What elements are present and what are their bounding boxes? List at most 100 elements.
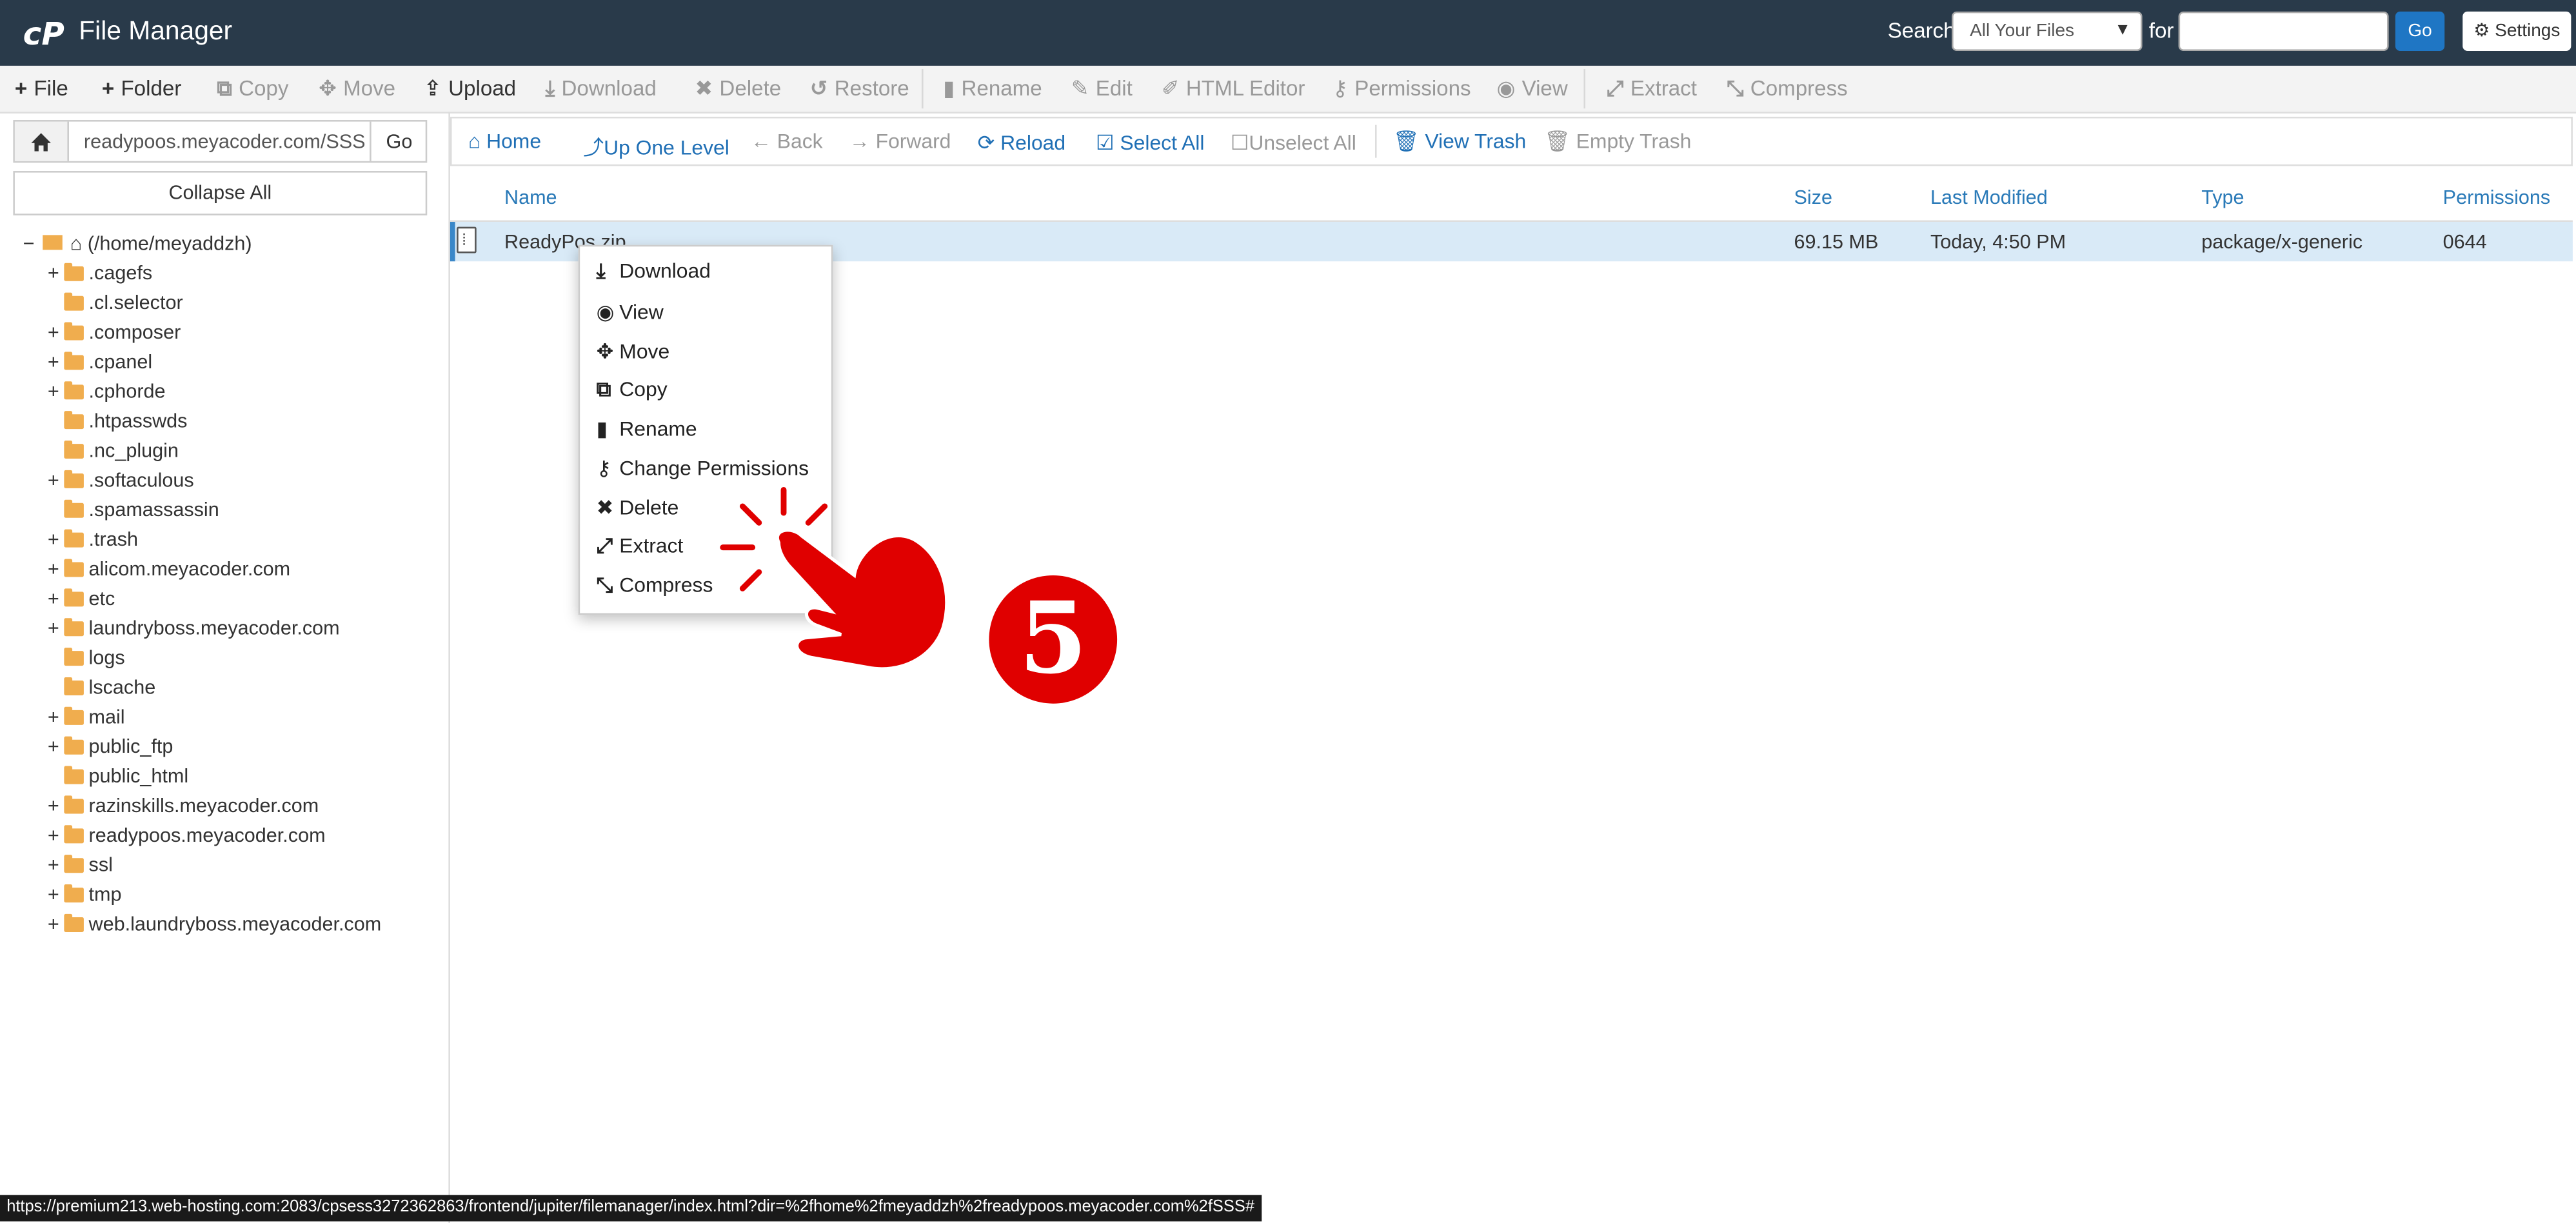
expand-icon: ⤢	[1607, 75, 1624, 101]
tree-expand-icon[interactable]: +	[48, 380, 64, 403]
tree-expand-icon[interactable]: +	[48, 824, 64, 847]
home-icon: ⌂	[468, 130, 481, 154]
checkbox-empty-icon: ☐	[1230, 131, 1249, 155]
html-editor-label: HTML Editor	[1185, 75, 1305, 101]
search-go-button[interactable]: Go	[2395, 11, 2445, 52]
new-file-label: File	[34, 75, 68, 101]
tree-item-label: logs	[88, 646, 125, 670]
reload-button[interactable]: ⟳ Reload	[978, 130, 1066, 155]
context-move[interactable]: ✥ Move	[597, 339, 670, 364]
back-label: Back	[777, 130, 823, 154]
level-up-icon: ⤴	[583, 136, 604, 160]
permissions-button[interactable]: ⚷ Permissions	[1333, 75, 1471, 102]
tree-item-label: ssl	[88, 853, 113, 877]
new-folder-button[interactable]: + Folder	[102, 75, 181, 100]
copy-icon: ⧉	[596, 378, 611, 401]
tree-expand-icon[interactable]: +	[48, 912, 64, 935]
folder-icon	[64, 588, 84, 607]
column-size[interactable]: Size	[1794, 186, 1832, 209]
pane-divider	[448, 112, 450, 1223]
trash-icon: 🗑	[1393, 130, 1420, 154]
tree-expand-icon[interactable]: +	[48, 853, 64, 877]
view-trash-button[interactable]: 🗑 View Trash	[1393, 130, 1526, 154]
download-button[interactable]: ⤓ Download	[546, 75, 657, 102]
path-home-button[interactable]	[14, 121, 69, 161]
download-icon: ⤓	[545, 75, 555, 101]
chevron-down-icon: ▼	[2114, 21, 2131, 40]
path-bar: readypoos.meyacoder.com/SSS Go	[13, 120, 428, 163]
folder-icon	[64, 263, 84, 281]
context-view[interactable]: ◉ View	[597, 299, 664, 324]
tree-expand-icon[interactable]: +	[48, 735, 64, 758]
file-icon: ▮	[943, 75, 955, 101]
unselect-all-button[interactable]: ☐Unselect All	[1230, 130, 1356, 155]
delete-button[interactable]: ✖ Delete	[695, 75, 781, 102]
forward-button[interactable]: → Forward	[849, 130, 951, 153]
tree-item-label: mail	[88, 705, 125, 728]
folder-icon	[64, 499, 84, 518]
context-copy-label: Copy	[619, 378, 668, 401]
collapse-all-button[interactable]: Collapse All	[13, 171, 428, 215]
folder-icon	[64, 648, 84, 666]
path-go-button[interactable]: Go	[370, 121, 427, 161]
home-label: Home	[486, 130, 542, 154]
restore-button[interactable]: ↺ Restore	[810, 75, 909, 102]
column-type[interactable]: Type	[2201, 186, 2244, 209]
context-download[interactable]: ⤓ Download	[597, 260, 711, 284]
tree-expand-icon[interactable]: +	[48, 528, 64, 551]
file-type: package/x-generic	[2201, 230, 2363, 254]
settings-label: Settings	[2495, 21, 2561, 41]
tree-expand-icon[interactable]: +	[48, 468, 64, 492]
context-copy[interactable]: ⧉ Copy	[597, 378, 668, 403]
tree-expand-icon[interactable]: +	[48, 557, 64, 581]
context-compress[interactable]: ⤡ Compress	[597, 573, 713, 598]
folder-icon	[64, 352, 84, 370]
new-file-button[interactable]: + File	[15, 75, 68, 100]
trash-icon: 🗑	[1544, 130, 1570, 154]
tree-root[interactable]: − ⌂ (/home/meyaddzh)	[23, 232, 252, 255]
context-extract[interactable]: ⤢ Extract	[597, 534, 684, 559]
compress-button[interactable]: ⤡ Compress	[1727, 75, 1848, 102]
tree-expand-icon[interactable]: +	[48, 705, 64, 728]
search-input[interactable]	[2178, 11, 2389, 52]
context-change-permissions[interactable]: ⚷ Change Permissions	[597, 455, 809, 480]
edit-button[interactable]: ✎ Edit	[1071, 75, 1133, 102]
up-one-level-button[interactable]: ⤴Up One Level	[583, 130, 729, 161]
settings-button[interactable]: ⚙ Settings	[2462, 11, 2571, 52]
context-rename[interactable]: ▮ Rename	[597, 416, 697, 441]
home-icon	[31, 133, 51, 152]
folder-icon	[64, 825, 84, 844]
navbar-divider	[1375, 124, 1377, 158]
tree-expand-icon[interactable]: +	[48, 587, 64, 610]
select-all-button[interactable]: ☑ Select All	[1096, 130, 1204, 155]
path-input[interactable]: readypoos.meyacoder.com/SSS	[84, 130, 366, 153]
empty-trash-button[interactable]: 🗑 Empty Trash	[1544, 130, 1691, 154]
upload-button[interactable]: ⇪ Upload	[424, 75, 516, 102]
column-name[interactable]: Name	[504, 186, 557, 209]
extract-button[interactable]: ⤢ Extract	[1607, 75, 1697, 102]
home-button[interactable]: ⌂ Home	[468, 130, 541, 153]
tree-item-label: laundryboss.meyacoder.com	[88, 616, 340, 640]
move-button[interactable]: ✥ Move	[319, 75, 395, 102]
context-menu: ⤓ Download ◉ View ✥ Move ⧉ Copy ▮ Rename ⚷ Cha…	[578, 244, 833, 615]
restore-icon: ↺	[809, 75, 828, 101]
tree-expand-icon[interactable]: +	[48, 350, 64, 373]
close-icon: ✖	[596, 496, 614, 520]
context-download-label: Download	[619, 259, 711, 283]
search-scope-select[interactable]: All Your Files ▼	[1952, 11, 2143, 52]
column-last-modified[interactable]: Last Modified	[1930, 186, 2048, 209]
tree-expand-icon[interactable]: +	[48, 882, 64, 906]
reload-label: Reload	[1000, 131, 1066, 155]
download-icon: ⤓	[596, 259, 606, 283]
html-editor-button[interactable]: ✐ HTML Editor	[1162, 75, 1305, 102]
tree-expand-icon[interactable]: +	[48, 794, 64, 817]
tree-expand-icon[interactable]: +	[48, 261, 64, 284]
rename-button[interactable]: ▮ Rename	[943, 75, 1042, 102]
column-permissions[interactable]: Permissions	[2443, 186, 2550, 209]
copy-button[interactable]: ⧉ Copy	[217, 75, 288, 102]
tree-expand-icon[interactable]: +	[48, 617, 64, 640]
back-button[interactable]: ← Back	[751, 130, 823, 153]
tree-expand-icon[interactable]: +	[48, 321, 64, 344]
context-delete[interactable]: ✖ Delete	[596, 495, 679, 520]
view-button[interactable]: ◉ View	[1496, 75, 1567, 102]
